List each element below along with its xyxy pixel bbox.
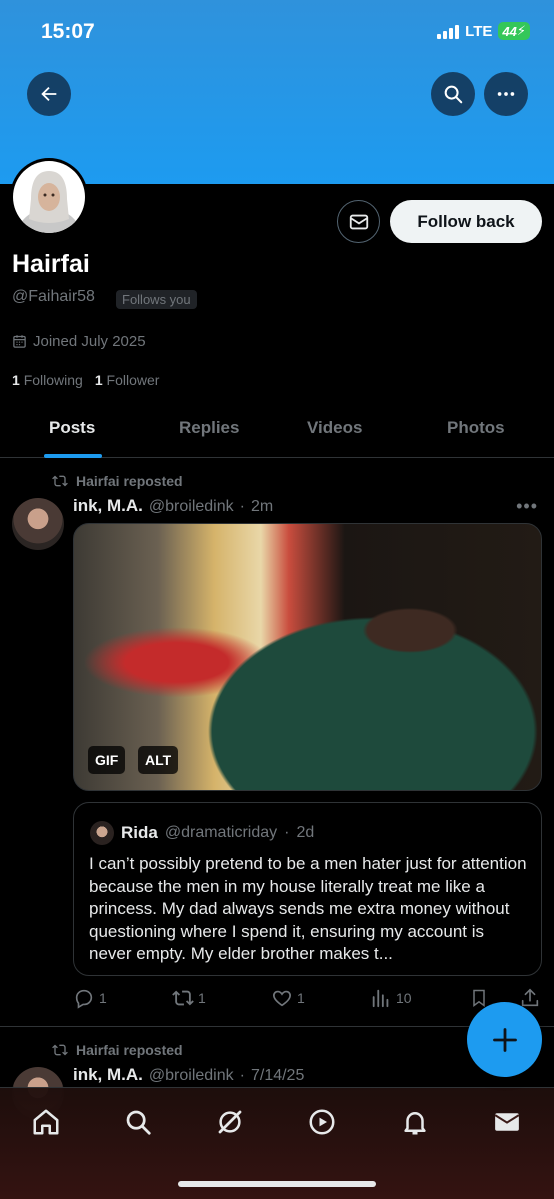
like-count: 1 — [297, 990, 305, 1006]
search-icon — [444, 85, 463, 104]
post-separator: · — [239, 1067, 245, 1084]
repost-icon — [52, 475, 68, 487]
arrow-left-icon — [41, 86, 57, 102]
notifications-icon[interactable] — [399, 1106, 431, 1138]
post-author-handle[interactable]: @broiledink — [149, 1067, 234, 1085]
more-button[interactable] — [484, 72, 528, 116]
followers-link[interactable]: 1 Follower — [95, 372, 160, 388]
post-timestamp[interactable]: 2m — [251, 498, 273, 516]
search-button[interactable] — [431, 72, 475, 116]
views-button[interactable]: 10 — [370, 987, 412, 1009]
tab-photos[interactable]: Photos — [447, 418, 505, 438]
tab-videos[interactable]: Videos — [307, 418, 362, 438]
tab-posts[interactable]: Posts — [49, 418, 95, 438]
following-link[interactable]: 1 Following — [12, 372, 83, 388]
following-label: Following — [23, 372, 83, 388]
compose-button[interactable] — [467, 1002, 542, 1077]
calendar-icon — [13, 335, 26, 348]
views-count: 10 — [396, 990, 412, 1006]
home-indicator[interactable] — [178, 1181, 376, 1187]
follow-counts: 1 Following 1 Follower — [12, 372, 159, 388]
repost-label: Hairfai reposted — [76, 1042, 183, 1058]
video-icon[interactable] — [306, 1106, 338, 1138]
post-timestamp[interactable]: 7/14/25 — [251, 1067, 304, 1085]
back-button[interactable] — [27, 72, 71, 116]
repost-count: 1 — [198, 990, 206, 1006]
profile-avatar[interactable] — [10, 158, 88, 236]
more-dots-icon — [497, 92, 515, 96]
message-button[interactable] — [337, 200, 380, 243]
quoted-author-handle: @dramaticriday — [164, 824, 278, 841]
following-count: 1 — [12, 372, 20, 388]
like-button[interactable]: 1 — [271, 987, 305, 1009]
post-author-name[interactable]: ink, M.A. — [73, 496, 143, 516]
mail-icon — [349, 214, 368, 229]
repost-action-icon — [172, 990, 194, 1006]
post-header: ink, M.A. @broiledink · 7/14/25 — [73, 1065, 304, 1085]
heart-icon — [273, 990, 291, 1007]
followers-count: 1 — [94, 372, 103, 388]
post-header: ink, M.A. @broiledink · 2m — [73, 496, 273, 516]
post-separator: · — [239, 498, 245, 515]
status-time: 15:07 — [41, 20, 95, 43]
avatar-image — [19, 171, 79, 233]
reply-icon — [75, 989, 93, 1009]
quoted-post-header: Rida @dramaticriday · 2d — [90, 821, 314, 845]
profile-name: Hairfai — [12, 250, 90, 278]
profile-tabs: Posts Replies Videos Photos — [0, 400, 554, 458]
quoted-author-avatar — [90, 821, 114, 845]
active-tab-indicator — [44, 454, 102, 458]
gif-badge: GIF — [88, 746, 126, 774]
repost-icon — [52, 1044, 68, 1056]
quoted-author-name: Rida — [121, 823, 158, 842]
follows-you-badge: Follows you — [116, 290, 197, 309]
post-media-gif[interactable]: GIF ALT — [73, 523, 542, 791]
network-label: LTE — [465, 22, 493, 40]
repost-label: Hairfai reposted — [76, 473, 183, 489]
post-author-handle[interactable]: @broiledink — [149, 498, 234, 516]
plus-icon — [492, 1027, 517, 1052]
messages-icon[interactable] — [491, 1106, 523, 1138]
tab-replies[interactable]: Replies — [179, 418, 239, 438]
quoted-post-text: I can’t possibly pretend to be a men hat… — [89, 854, 527, 963]
home-icon[interactable] — [30, 1106, 62, 1138]
post-author-avatar[interactable] — [12, 498, 64, 550]
quoted-post[interactable]: Rida @dramaticriday · 2d I can’t possibl… — [73, 802, 542, 976]
post-actions: 1 1 1 10 — [73, 987, 542, 1009]
followers-label: Follower — [106, 372, 160, 388]
repost-indicator: Hairfai reposted — [52, 473, 183, 489]
battery-indicator: 44 ⚡ — [498, 22, 530, 40]
profile-handle: @Faihair58 — [12, 288, 95, 305]
post-author-name[interactable]: ink, M.A. — [73, 1065, 143, 1085]
views-icon — [372, 989, 389, 1008]
repost-indicator: Hairfai reposted — [52, 1042, 183, 1058]
status-indicators: LTE 44 ⚡ — [437, 22, 530, 40]
reply-count: 1 — [99, 990, 107, 1006]
alt-badge[interactable]: ALT — [138, 746, 179, 774]
reply-button[interactable]: 1 — [73, 987, 107, 1009]
post-more-icon[interactable]: ••• — [516, 496, 538, 517]
signal-icon — [437, 23, 460, 39]
grok-icon[interactable] — [214, 1106, 246, 1138]
follow-back-button[interactable]: Follow back — [390, 200, 542, 243]
joined-label: Joined July 2025 — [33, 333, 146, 350]
quoted-separator: · — [284, 824, 290, 841]
search-icon[interactable] — [122, 1106, 154, 1138]
repost-button[interactable]: 1 — [172, 987, 206, 1009]
joined-date: Joined July 2025 — [12, 333, 146, 350]
quoted-timestamp: 2d — [296, 824, 315, 841]
